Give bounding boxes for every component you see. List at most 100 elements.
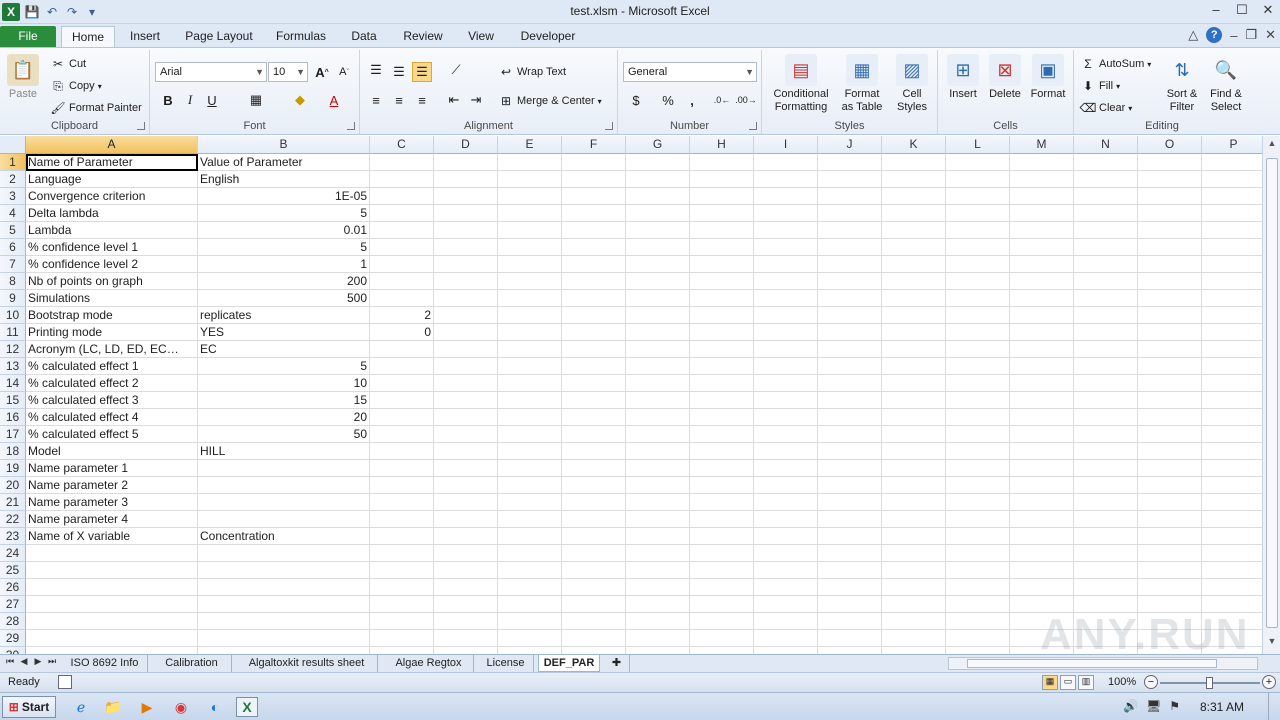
empty-cell[interactable] [818, 409, 882, 426]
tab-view[interactable]: View [459, 26, 503, 48]
cell-a6[interactable]: % confidence level 1 [26, 239, 198, 256]
help-icon[interactable]: ? [1206, 27, 1223, 43]
empty-cell[interactable] [1138, 562, 1202, 579]
empty-cell[interactable] [498, 647, 562, 654]
row-header[interactable]: 13 [0, 358, 26, 375]
empty-cell[interactable] [818, 647, 882, 654]
empty-cell[interactable] [626, 205, 690, 222]
empty-cell[interactable] [626, 596, 690, 613]
empty-cell[interactable] [1074, 205, 1138, 222]
shrink-font-icon[interactable]: Aˇ [334, 62, 354, 82]
copy-button[interactable]: ⎘ Copy ▾ [50, 78, 102, 94]
empty-cell[interactable] [946, 375, 1010, 392]
empty-cell[interactable] [690, 647, 754, 654]
empty-cell[interactable] [626, 256, 690, 273]
empty-cell[interactable] [690, 307, 754, 324]
empty-cell[interactable] [1138, 239, 1202, 256]
empty-cell[interactable] [690, 596, 754, 613]
empty-cell[interactable] [434, 562, 498, 579]
cell-a5[interactable]: Lambda [26, 222, 198, 239]
empty-cell[interactable] [754, 477, 818, 494]
cell-a27[interactable] [26, 596, 198, 613]
cell-a17[interactable]: % calculated effect 5 [26, 426, 198, 443]
empty-cell[interactable] [498, 341, 562, 358]
cell-a22[interactable]: Name parameter 4 [26, 511, 198, 528]
cell-c6[interactable] [370, 239, 434, 256]
cell-c12[interactable] [370, 341, 434, 358]
cell-b8[interactable]: 200 [198, 273, 370, 290]
empty-cell[interactable] [626, 341, 690, 358]
empty-cell[interactable] [498, 443, 562, 460]
empty-cell[interactable] [498, 613, 562, 630]
percent-button[interactable]: % [658, 90, 678, 110]
empty-cell[interactable] [562, 409, 626, 426]
empty-cell[interactable] [754, 613, 818, 630]
empty-cell[interactable] [1202, 528, 1262, 545]
empty-cell[interactable] [754, 392, 818, 409]
cell-b12[interactable]: EC [198, 341, 370, 358]
empty-cell[interactable] [1074, 528, 1138, 545]
network-icon[interactable]: 🖥 [1146, 699, 1161, 713]
empty-cell[interactable] [818, 630, 882, 647]
empty-cell[interactable] [1010, 273, 1074, 290]
empty-cell[interactable] [626, 188, 690, 205]
empty-cell[interactable] [1010, 477, 1074, 494]
empty-cell[interactable] [1074, 256, 1138, 273]
empty-cell[interactable] [434, 545, 498, 562]
cell-a16[interactable]: % calculated effect 4 [26, 409, 198, 426]
empty-cell[interactable] [946, 341, 1010, 358]
row-header[interactable]: 20 [0, 477, 26, 494]
empty-cell[interactable] [434, 511, 498, 528]
empty-cell[interactable] [434, 290, 498, 307]
cell-b15[interactable]: 15 [198, 392, 370, 409]
row-header[interactable]: 25 [0, 562, 26, 579]
empty-cell[interactable] [946, 205, 1010, 222]
column-header-i[interactable]: I [754, 136, 818, 154]
empty-cell[interactable] [882, 528, 946, 545]
tab-developer[interactable]: Developer [510, 26, 586, 48]
cell-a1[interactable]: Name of Parameter [26, 154, 198, 171]
empty-cell[interactable] [434, 375, 498, 392]
cell-b5[interactable]: 0.01 [198, 222, 370, 239]
column-header-k[interactable]: K [882, 136, 946, 154]
empty-cell[interactable] [1202, 562, 1262, 579]
empty-cell[interactable] [434, 205, 498, 222]
last-sheet-icon[interactable]: ⏭ [46, 656, 58, 667]
empty-cell[interactable] [690, 341, 754, 358]
column-header-m[interactable]: M [1010, 136, 1074, 154]
cell-b19[interactable] [198, 460, 370, 477]
empty-cell[interactable] [1074, 358, 1138, 375]
cell-a20[interactable]: Name parameter 2 [26, 477, 198, 494]
format-cells-button[interactable]: ▣ Format [1026, 54, 1070, 101]
tab-insert[interactable]: Insert [121, 26, 169, 48]
row-header[interactable]: 28 [0, 613, 26, 630]
empty-cell[interactable] [1074, 290, 1138, 307]
record-macro-icon[interactable] [58, 675, 72, 689]
empty-cell[interactable] [690, 375, 754, 392]
collapse-ribbon-icon[interactable]: △ [1188, 27, 1198, 43]
empty-cell[interactable] [1202, 290, 1262, 307]
empty-cell[interactable] [818, 494, 882, 511]
empty-cell[interactable] [754, 171, 818, 188]
empty-cell[interactable] [818, 341, 882, 358]
empty-cell[interactable] [882, 647, 946, 654]
empty-cell[interactable] [754, 256, 818, 273]
zoom-slider-knob[interactable] [1206, 677, 1213, 689]
empty-cell[interactable] [754, 494, 818, 511]
cell-a9[interactable]: Simulations [26, 290, 198, 307]
empty-cell[interactable] [498, 358, 562, 375]
cell-c26[interactable] [370, 579, 434, 596]
empty-cell[interactable] [1074, 171, 1138, 188]
empty-cell[interactable] [1138, 273, 1202, 290]
row-header[interactable]: 24 [0, 545, 26, 562]
empty-cell[interactable] [1138, 324, 1202, 341]
empty-cell[interactable] [434, 579, 498, 596]
font-size-combo[interactable]: 10 ▼ [268, 62, 308, 82]
tab-review[interactable]: Review [394, 26, 452, 48]
empty-cell[interactable] [498, 460, 562, 477]
cell-b14[interactable]: 10 [198, 375, 370, 392]
empty-cell[interactable] [754, 596, 818, 613]
cell-c29[interactable] [370, 630, 434, 647]
alignment-launcher-icon[interactable] [605, 122, 613, 130]
empty-cell[interactable] [1010, 426, 1074, 443]
